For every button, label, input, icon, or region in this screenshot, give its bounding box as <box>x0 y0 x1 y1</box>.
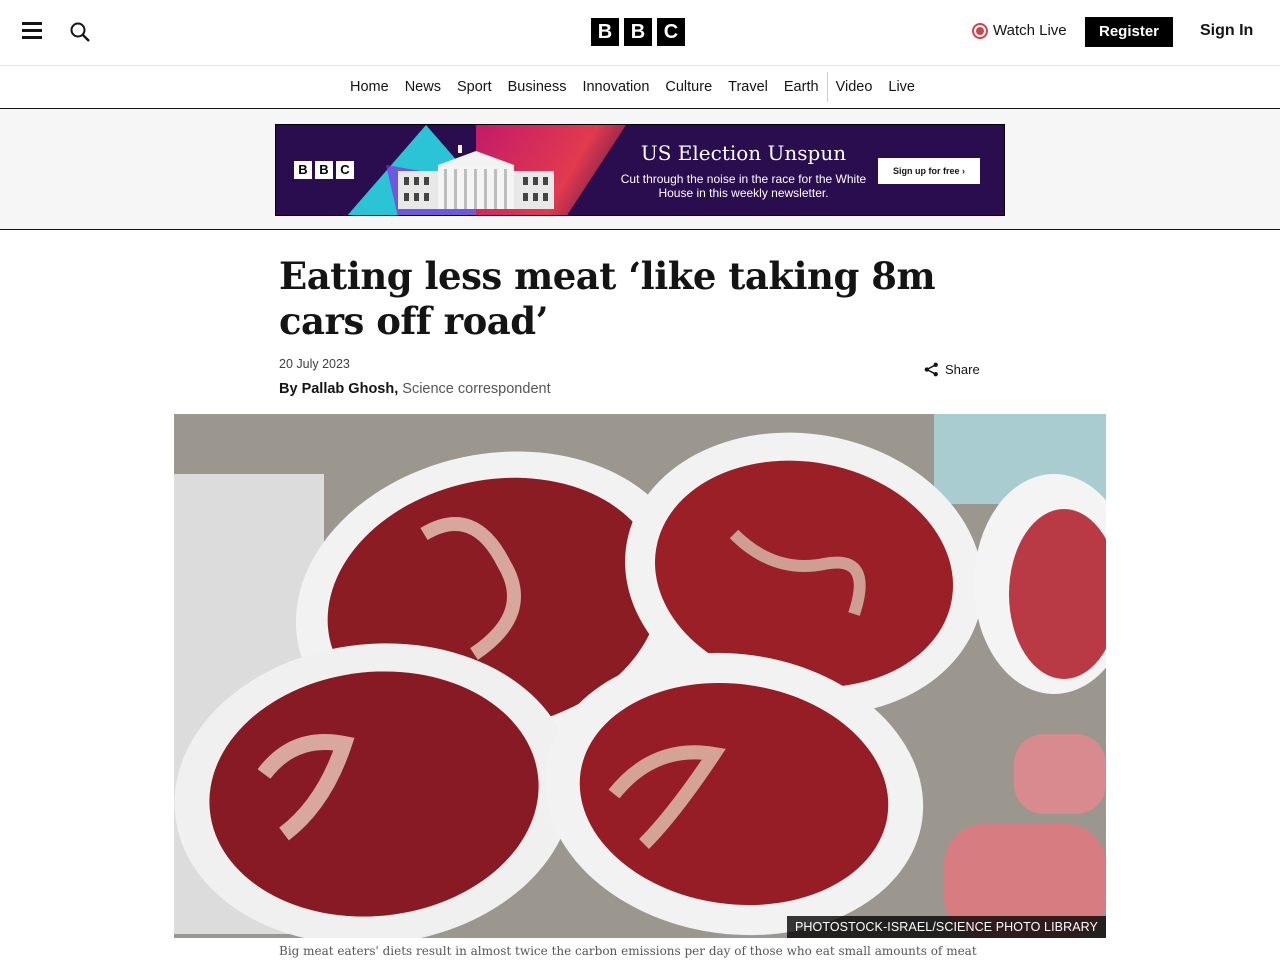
main-nav: Home News Sport Business Innovation Cult… <box>0 66 1280 109</box>
logo-letter: C <box>657 18 685 46</box>
article-date: 20 July 2023 <box>279 357 350 371</box>
logo-letter: B <box>591 18 619 46</box>
nav-item-culture[interactable]: Culture <box>657 79 720 95</box>
banner-bbc-logo: B B C <box>294 161 354 179</box>
live-icon <box>972 22 988 39</box>
banner-title: US Election Unspun <box>640 141 847 165</box>
sign-up-button[interactable]: Sign up for free › <box>878 158 980 184</box>
share-button[interactable]: Share <box>924 362 980 377</box>
newsletter-banner[interactable]: B B C US Election Unspun Cut through the… <box>275 124 1005 216</box>
site-header: B B C Watch Live Register Sign In <box>0 0 1280 66</box>
nav-item-home[interactable]: Home <box>342 79 397 95</box>
nav-item-live[interactable]: Live <box>880 79 923 95</box>
search-icon[interactable] <box>70 22 90 42</box>
author-role: Science correspondent <box>402 381 551 397</box>
watch-live-link[interactable]: Watch Live <box>972 22 1067 39</box>
banner-subtitle: Cut through the noise in the race for th… <box>620 172 867 200</box>
nav-item-video[interactable]: Video <box>828 79 881 95</box>
nav-item-news[interactable]: News <box>397 79 449 95</box>
share-label: Share <box>945 362 980 377</box>
logo-letter: B <box>315 161 333 179</box>
register-button[interactable]: Register <box>1085 17 1173 47</box>
logo-letter: B <box>624 18 652 46</box>
article-headline: Eating less meat ‘like taking 8m cars of… <box>279 254 936 343</box>
watch-live-label: Watch Live <box>993 22 1067 39</box>
bbc-logo[interactable]: B B C <box>591 18 685 46</box>
meat-cuts-image <box>174 414 1106 938</box>
byline: By Pallab Ghosh, Science correspondent <box>279 381 551 397</box>
article-hero-image: PHOTOSTOCK-ISRAEL/SCIENCE PHOTO LIBRARY <box>174 414 1106 938</box>
share-icon <box>924 362 938 377</box>
image-caption: Big meat eaters' diets result in almost … <box>279 944 977 958</box>
nav-item-travel[interactable]: Travel <box>720 79 776 95</box>
nav-item-earth[interactable]: Earth <box>776 79 827 95</box>
nav-item-innovation[interactable]: Innovation <box>574 79 657 95</box>
nav-list: Home News Sport Business Innovation Cult… <box>342 66 923 108</box>
image-credit: PHOTOSTOCK-ISRAEL/SCIENCE PHOTO LIBRARY <box>786 916 1106 938</box>
nav-item-business[interactable]: Business <box>500 79 575 95</box>
nav-item-sport[interactable]: Sport <box>449 79 500 95</box>
sign-in-button[interactable]: Sign In <box>1200 22 1253 40</box>
author-name[interactable]: By Pallab Ghosh, <box>279 381 398 397</box>
menu-icon[interactable] <box>22 22 42 42</box>
white-house-image <box>398 145 554 209</box>
logo-letter: B <box>294 161 312 179</box>
logo-letter: C <box>336 161 354 179</box>
